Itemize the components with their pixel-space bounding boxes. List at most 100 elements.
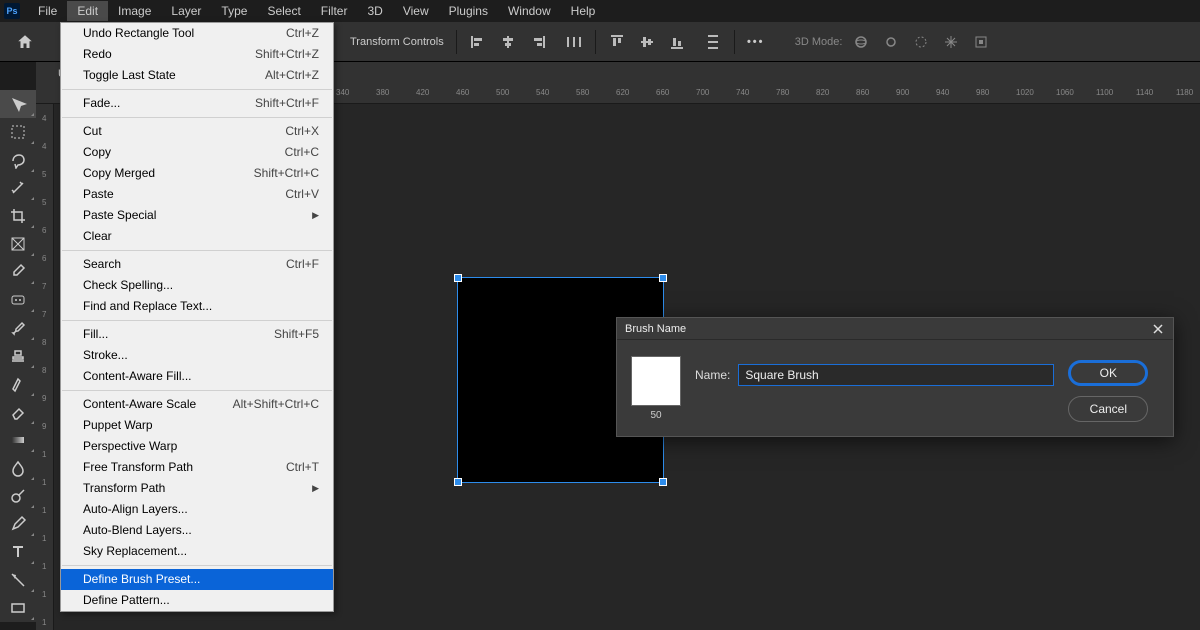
menu-filter[interactable]: Filter <box>311 1 358 21</box>
orbit-3d-icon[interactable] <box>852 33 870 51</box>
menu-select[interactable]: Select <box>257 1 310 21</box>
tool-dodge[interactable] <box>0 482 36 510</box>
tool-eyedropper[interactable] <box>0 258 36 286</box>
menu-layer[interactable]: Layer <box>161 1 211 21</box>
tool-wand[interactable] <box>0 174 36 202</box>
tool-path[interactable] <box>0 566 36 594</box>
selection-handle-tr[interactable] <box>659 274 667 282</box>
menu-item-shortcut: Ctrl+T <box>286 460 319 475</box>
brush-preview: 50 <box>631 356 681 421</box>
menu-item-auto-align-layers[interactable]: Auto-Align Layers... <box>61 499 333 520</box>
tool-lasso[interactable] <box>0 146 36 174</box>
menu-plugins[interactable]: Plugins <box>439 1 498 21</box>
menu-image[interactable]: Image <box>108 1 161 21</box>
pan-3d-icon[interactable] <box>882 33 900 51</box>
menu-item-label: Perspective Warp <box>83 439 177 454</box>
menu-item-content-aware-fill[interactable]: Content-Aware Fill... <box>61 366 333 387</box>
menu-item-define-pattern[interactable]: Define Pattern... <box>61 590 333 611</box>
close-icon[interactable] <box>1151 322 1165 336</box>
align-top-icon[interactable] <box>608 33 626 51</box>
transform-controls-label: Transform Controls <box>350 36 444 48</box>
menu-item-label: Fade... <box>83 96 120 111</box>
ok-button[interactable]: OK <box>1068 360 1148 386</box>
menu-item-redo[interactable]: RedoShift+Ctrl+Z <box>61 44 333 65</box>
menu-file[interactable]: File <box>28 1 67 21</box>
align-center-h-icon[interactable] <box>499 33 517 51</box>
menu-item-stroke[interactable]: Stroke... <box>61 345 333 366</box>
menu-window[interactable]: Window <box>498 1 561 21</box>
menu-separator <box>62 390 332 391</box>
menu-item-puppet-warp[interactable]: Puppet Warp <box>61 415 333 436</box>
menu-item-transform-path[interactable]: Transform Path▶ <box>61 478 333 499</box>
menu-item-label: Paste <box>83 187 114 202</box>
menu-item-label: Free Transform Path <box>83 460 193 475</box>
menu-item-auto-blend-layers[interactable]: Auto-Blend Layers... <box>61 520 333 541</box>
selection-handle-tl[interactable] <box>454 274 462 282</box>
tool-type[interactable] <box>0 538 36 566</box>
home-button[interactable] <box>10 27 40 57</box>
menu-item-shortcut: Ctrl+X <box>285 124 319 139</box>
tool-marquee[interactable] <box>0 118 36 146</box>
align-center-v-icon[interactable] <box>638 33 656 51</box>
menu-item-paste-special[interactable]: Paste Special▶ <box>61 205 333 226</box>
menu-item-fade[interactable]: Fade...Shift+Ctrl+F <box>61 93 333 114</box>
submenu-arrow-icon: ▶ <box>312 481 319 496</box>
slide-3d-icon[interactable] <box>912 33 930 51</box>
menu-item-copy[interactable]: CopyCtrl+C <box>61 142 333 163</box>
menu-item-define-brush-preset[interactable]: Define Brush Preset... <box>61 569 333 590</box>
menu-item-perspective-warp[interactable]: Perspective Warp <box>61 436 333 457</box>
tool-gradient[interactable] <box>0 426 36 454</box>
align-bottom-icon[interactable] <box>668 33 686 51</box>
menu-item-search[interactable]: SearchCtrl+F <box>61 254 333 275</box>
cancel-button[interactable]: Cancel <box>1068 396 1148 422</box>
scale-3d-icon[interactable] <box>972 33 990 51</box>
menu-item-fill[interactable]: Fill...Shift+F5 <box>61 324 333 345</box>
submenu-arrow-icon: ▶ <box>312 208 319 223</box>
dialog-titlebar[interactable]: Brush Name <box>617 318 1173 340</box>
menu-item-paste[interactable]: PasteCtrl+V <box>61 184 333 205</box>
menu-item-sky-replacement[interactable]: Sky Replacement... <box>61 541 333 562</box>
menu-item-toggle-last-state[interactable]: Toggle Last StateAlt+Ctrl+Z <box>61 65 333 86</box>
menu-item-content-aware-scale[interactable]: Content-Aware ScaleAlt+Shift+Ctrl+C <box>61 394 333 415</box>
menu-item-copy-merged[interactable]: Copy MergedShift+Ctrl+C <box>61 163 333 184</box>
align-left-icon[interactable] <box>469 33 487 51</box>
distribute-v-icon[interactable] <box>704 33 722 51</box>
tool-blur[interactable] <box>0 454 36 482</box>
move-3d-icon[interactable] <box>942 33 960 51</box>
distribute-h-icon[interactable] <box>565 33 583 51</box>
menu-item-clear[interactable]: Clear <box>61 226 333 247</box>
menu-item-free-transform-path[interactable]: Free Transform Path Ctrl+T <box>61 457 333 478</box>
tool-stamp[interactable] <box>0 342 36 370</box>
menu-item-undo-rectangle-tool[interactable]: Undo Rectangle ToolCtrl+Z <box>61 23 333 44</box>
menu-type[interactable]: Type <box>211 1 257 21</box>
brush-preview-size: 50 <box>631 410 681 421</box>
menu-item-shortcut: Shift+Ctrl+C <box>254 166 319 181</box>
menu-separator <box>62 250 332 251</box>
tool-heal[interactable] <box>0 286 36 314</box>
menu-item-cut[interactable]: CutCtrl+X <box>61 121 333 142</box>
tool-frame[interactable] <box>0 230 36 258</box>
tool-pen[interactable] <box>0 510 36 538</box>
tool-move[interactable] <box>0 90 36 118</box>
menu-item-shortcut: Shift+Ctrl+Z <box>255 47 319 62</box>
menu-edit[interactable]: Edit <box>67 1 108 21</box>
tool-history[interactable] <box>0 370 36 398</box>
menu-item-label: Define Pattern... <box>83 593 170 608</box>
tool-brush[interactable] <box>0 314 36 342</box>
tool-eraser[interactable] <box>0 398 36 426</box>
brush-name-input[interactable] <box>738 364 1054 386</box>
menu-item-find-and-replace-text[interactable]: Find and Replace Text... <box>61 296 333 317</box>
tool-crop[interactable] <box>0 202 36 230</box>
selection-handle-br[interactable] <box>659 478 667 486</box>
align-right-icon[interactable] <box>529 33 547 51</box>
menu-separator <box>62 117 332 118</box>
menu-view[interactable]: View <box>393 1 439 21</box>
more-options-icon[interactable]: ••• <box>747 33 765 51</box>
tool-rect[interactable] <box>0 594 36 622</box>
menu-item-check-spelling[interactable]: Check Spelling... <box>61 275 333 296</box>
menu-item-shortcut: Shift+F5 <box>274 327 319 342</box>
selection-handle-bl[interactable] <box>454 478 462 486</box>
menu-help[interactable]: Help <box>561 1 606 21</box>
menu-3d[interactable]: 3D <box>357 1 392 21</box>
menu-item-label: Auto-Align Layers... <box>83 502 188 517</box>
